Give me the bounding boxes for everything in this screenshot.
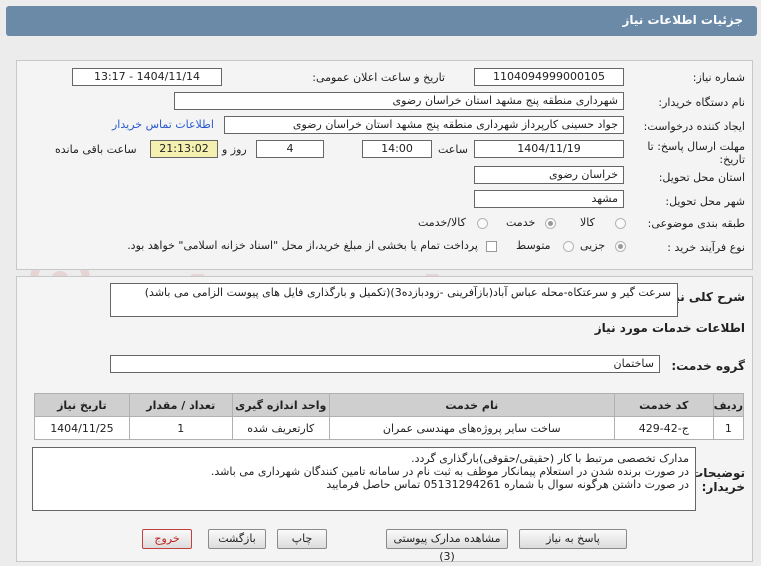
service-group-label: گروه خدمت: [671, 359, 745, 373]
purchase-type-medium-label: متوسط [516, 239, 551, 252]
table-row: 1 ج-42-429 ساخت سایر پروژه‌های مهندسی عم… [34, 416, 745, 440]
reply-button[interactable]: پاسخ به نیاز [519, 529, 627, 549]
treasury-payment-label: پرداخت تمام یا بخشی از مبلغ خرید،از محل … [127, 239, 478, 252]
province-label: استان محل تحویل: [658, 171, 745, 184]
col-row-number: ردیف [712, 393, 745, 417]
buyer-notes-line-2: در صورت برنده شدن در استعلام پیمانکار مو… [210, 465, 689, 478]
requester-field: جواد حسینی کارپرداز شهرداری منطقه پنج مش… [224, 116, 624, 134]
cell-service-name: ساخت سایر پروژه‌های مهندسی عمران [328, 416, 615, 440]
need-number-label: شماره نیاز: [692, 71, 745, 84]
services-table: ردیف کد خدمت نام خدمت واحد اندازه گیری ت… [34, 393, 745, 440]
remaining-time-field: 21:13:02 [150, 140, 218, 158]
category-goods-radio[interactable] [615, 218, 626, 229]
cell-row-number: 1 [712, 416, 745, 440]
buyer-notes-label-line1: توضیحات [691, 466, 745, 480]
category-goods-service-label: کالا/خدمت [418, 216, 466, 229]
deadline-time-label: ساعت [438, 143, 468, 156]
need-number-field: 1104094999000105 [474, 68, 624, 86]
requester-label: ایجاد کننده درخواست: [643, 120, 745, 133]
col-service-name: نام خدمت [328, 393, 615, 417]
city-label: شهر محل تحویل: [665, 195, 745, 208]
announce-date-field: 1404/11/14 - 13:17 [72, 68, 222, 86]
city-field: مشهد [474, 190, 624, 208]
deadline-label-line2: تاریخ: [719, 153, 745, 166]
remaining-time-label: ساعت باقی مانده [55, 143, 137, 156]
category-label: طبقه بندی موضوعی: [647, 217, 745, 230]
category-service-label: خدمت [506, 216, 536, 229]
cell-quantity: 1 [128, 416, 233, 440]
cell-service-code: ج-42-429 [613, 416, 714, 440]
cell-unit: کارتعریف شده [231, 416, 330, 440]
cell-need-date: 1404/11/25 [34, 416, 130, 440]
purchase-type-minor-label: جزیی [580, 239, 606, 252]
buyer-org-field: شهرداری منطقه پنج مشهد استان خراسان رضوی [174, 92, 624, 110]
services-heading: اطلاعات خدمات مورد نیاز [594, 321, 745, 335]
col-quantity: تعداد / مقدار [128, 393, 233, 417]
buyer-org-label: نام دستگاه خریدار: [658, 96, 745, 109]
purchase-type-label: نوع فرآیند خرید : [667, 241, 745, 254]
table-header-row: ردیف کد خدمت نام خدمت واحد اندازه گیری ت… [34, 393, 745, 417]
buyer-notes-line-1: مدارک تخصصی مرتبط با کار (حقیقی/حقوقی)با… [411, 452, 689, 465]
deadline-label-line1: مهلت ارسال پاسخ: تا [647, 140, 745, 153]
deadline-date-field: 1404/11/19 [474, 140, 624, 158]
deadline-time-field: 14:00 [362, 140, 432, 158]
deadline-days-field: 4 [256, 140, 324, 158]
category-service-radio[interactable] [545, 218, 556, 229]
treasury-payment-checkbox[interactable] [486, 241, 497, 252]
description-field: سرعت گیر و سرعتکاه-محله عباس آباد(بازآفر… [110, 283, 678, 317]
page-title: جزئیات اطلاعات نیاز [622, 13, 743, 27]
buyer-notes-line-3: در صورت داشتن هرگونه سوال با شماره 05131… [326, 478, 689, 491]
buyer-notes-field: مدارک تخصصی مرتبط با کار (حقیقی/حقوقی)با… [32, 447, 696, 511]
deadline-days-label: روز و [222, 143, 247, 156]
buyer-notes-label-line2: خریدار: [701, 480, 745, 494]
purchase-type-medium-radio[interactable] [563, 241, 574, 252]
province-field: خراسان رضوی [474, 166, 624, 184]
back-button[interactable]: بازگشت [208, 529, 266, 549]
col-need-date: تاریخ نیاز [34, 393, 130, 417]
service-group-field: ساختمان [110, 355, 660, 373]
category-goods-service-radio[interactable] [477, 218, 488, 229]
page-header: جزئیات اطلاعات نیاز [6, 6, 757, 36]
view-documents-button[interactable]: مشاهده مدارک پیوستی (3) [386, 529, 508, 563]
purchase-type-minor-radio[interactable] [615, 241, 626, 252]
category-goods-label: کالا [580, 216, 595, 229]
announce-date-label: تاریخ و ساعت اعلان عمومی: [312, 71, 445, 84]
col-service-code: کد خدمت [613, 393, 714, 417]
col-unit: واحد اندازه گیری [231, 393, 330, 417]
buyer-contact-link[interactable]: اطلاعات تماس خریدار [112, 118, 214, 131]
exit-button[interactable]: خروج [142, 529, 192, 549]
print-button[interactable]: چاپ [277, 529, 327, 549]
